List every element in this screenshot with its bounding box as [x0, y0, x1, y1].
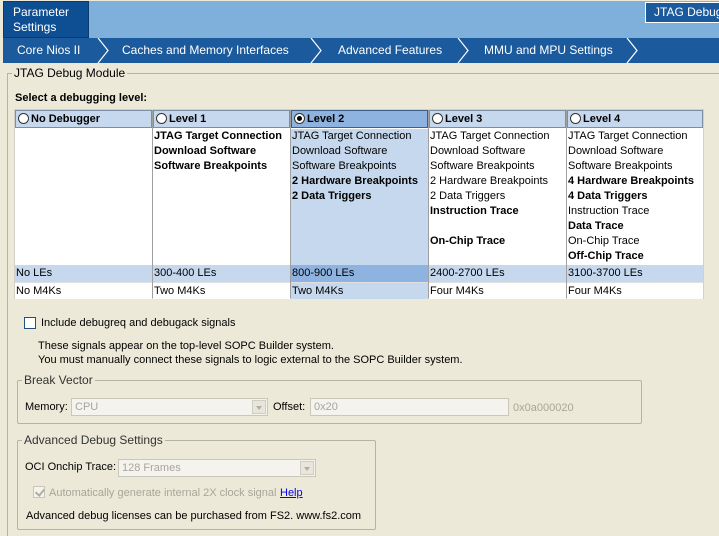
feature-item: 2 Hardware Breakpoints [430, 175, 549, 187]
parameter-settings-tab[interactable]: Parameter Settings [3, 1, 89, 38]
feature-item: JTAG Target Connection [430, 130, 550, 142]
parameter-settings-tab-line2: Settings [13, 20, 57, 34]
crumb-caches-memory[interactable]: Caches and Memory Interfaces [122, 38, 289, 63]
crumb-mmu-mpu[interactable]: MMU and MPU Settings [484, 38, 613, 63]
feature-item: 2 Hardware Breakpoints [292, 175, 418, 187]
level-features: JTAG Target Connection Download Software… [291, 129, 428, 265]
advanced-debug-title: Advanced Debug Settings [22, 433, 165, 447]
parameter-settings-tab-line1: Parameter [13, 5, 70, 19]
feature-item: Data Trace [568, 220, 624, 232]
memory-label: Memory: [25, 401, 68, 413]
feature-item: Download Software [292, 145, 388, 157]
break-address-readout: 0x0a000020 [513, 402, 574, 414]
radio-icon [156, 113, 167, 124]
feature-item: 4 Hardware Breakpoints [568, 175, 694, 187]
level-radio-level-4[interactable]: Level 4 [567, 110, 703, 128]
debugreq-checkbox[interactable] [24, 317, 36, 329]
level-radio-level-3[interactable]: Level 3 [429, 110, 566, 128]
level-column-1: Level 1 JTAG Target Connection Download … [153, 110, 290, 299]
module-title: JTAG Debug Module [12, 66, 128, 80]
feature-item: Download Software [430, 145, 526, 157]
feature-item: JTAG Target Connection [568, 130, 688, 142]
feature-item: JTAG Target Connection [154, 130, 282, 142]
feature-item [430, 219, 566, 234]
feature-item: Software Breakpoints [568, 160, 673, 172]
level-name: Level 1 [169, 113, 207, 125]
auto-clock-label[interactable]: Automatically generate internal 2X clock… [49, 487, 276, 499]
feature-item: 4 Data Triggers [568, 190, 648, 202]
license-note: Advanced debug licenses can be purchased… [26, 510, 362, 522]
level-name: Level 2 [307, 113, 345, 125]
level-name: Level 4 [583, 113, 621, 125]
debugreq-label[interactable]: Include debugreq and debugack signals [41, 317, 235, 329]
level-m4k: Four M4Ks [567, 282, 703, 299]
level-les: 300-400 LEs [153, 265, 290, 282]
feature-item: 2 Data Triggers [430, 190, 506, 202]
auto-clock-checkbox[interactable] [33, 486, 45, 498]
feature-item: On-Chip Trace [568, 235, 640, 247]
feature-item: Download Software [154, 145, 257, 157]
level-les: 3100-3700 LEs [567, 265, 703, 282]
level-column-3: Level 3 JTAG Target Connection Download … [429, 110, 566, 299]
feature-item: Instruction Trace [430, 205, 519, 217]
feature-item: Software Breakpoints [292, 160, 397, 172]
crumb-advanced-features[interactable]: Advanced Features [338, 38, 442, 63]
offset-input[interactable]: 0x20 [310, 398, 509, 416]
level-features: JTAG Target Connection Download Software… [153, 129, 290, 265]
feature-item: JTAG Target Connection [292, 130, 412, 142]
feature-item: Software Breakpoints [154, 160, 268, 172]
level-name: Level 3 [445, 113, 483, 125]
level-features: JTAG Target Connection Download Software… [429, 129, 566, 265]
chevron-right-icon [310, 38, 322, 63]
crumb-jtag-debug-active[interactable]: JTAG Debug [645, 2, 719, 23]
select-debug-level-label: Select a debugging level: [15, 92, 148, 104]
debug-level-table: No Debugger No LEs No M4Ks Level 1 JTAG … [14, 109, 704, 299]
top-banner: Parameter Settings Core Nios II Caches a… [0, 0, 719, 63]
help-link[interactable]: Help [280, 487, 303, 499]
level-column-4: Level 4 JTAG Target Connection Download … [567, 110, 703, 299]
level-m4k: Four M4Ks [429, 282, 566, 299]
feature-item: Instruction Trace [568, 205, 650, 217]
level-les: 2400-2700 LEs [429, 265, 566, 282]
feature-item: Off-Chip Trace [568, 250, 644, 262]
level-name: No Debugger [31, 113, 101, 125]
radio-selected-icon [294, 113, 305, 124]
radio-icon [432, 113, 443, 124]
banner-background [89, 1, 719, 38]
feature-item: Software Breakpoints [430, 160, 535, 172]
level-m4k: No M4Ks [15, 282, 152, 299]
chevron-down-icon [252, 400, 266, 414]
chevron-right-icon [626, 38, 638, 63]
level-features: JTAG Target Connection Download Software… [567, 129, 703, 265]
offset-label: Offset: [273, 401, 306, 413]
feature-item: On-Chip Trace [430, 235, 506, 247]
memory-select-value: CPU [75, 401, 99, 413]
radio-icon [18, 113, 29, 124]
chevron-down-icon [300, 461, 314, 475]
feature-item: Download Software [568, 145, 664, 157]
memory-select[interactable]: CPU [71, 398, 268, 416]
debugreq-note-2: You must manually connect these signals … [38, 354, 463, 366]
oci-trace-label: OCI Onchip Trace: [25, 461, 117, 473]
oci-trace-select-value: 128 Frames [122, 462, 181, 474]
chevron-right-icon [457, 38, 469, 63]
feature-item: 2 Data Triggers [292, 190, 372, 202]
radio-icon [570, 113, 581, 124]
level-les: 800-900 LEs [291, 265, 428, 282]
breadcrumb: Core Nios II Caches and Memory Interface… [3, 38, 719, 63]
debugreq-note-1: These signals appear on the top-level SO… [38, 340, 334, 352]
level-features [15, 129, 152, 265]
level-m4k: Two M4Ks [291, 282, 428, 299]
level-les: No LEs [15, 265, 152, 282]
oci-trace-select[interactable]: 128 Frames [118, 459, 316, 477]
level-radio-level-1[interactable]: Level 1 [153, 110, 290, 128]
level-column-2: Level 2 JTAG Target Connection Download … [291, 110, 428, 299]
crumb-core-nios-ii[interactable]: Core Nios II [17, 38, 80, 63]
break-vector-title: Break Vector [22, 373, 95, 387]
chevron-right-icon [97, 38, 109, 63]
level-radio-no-debugger[interactable]: No Debugger [15, 110, 152, 128]
level-column-none: No Debugger No LEs No M4Ks [15, 110, 152, 299]
level-m4k: Two M4Ks [153, 282, 290, 299]
level-radio-level-2[interactable]: Level 2 [291, 110, 428, 128]
